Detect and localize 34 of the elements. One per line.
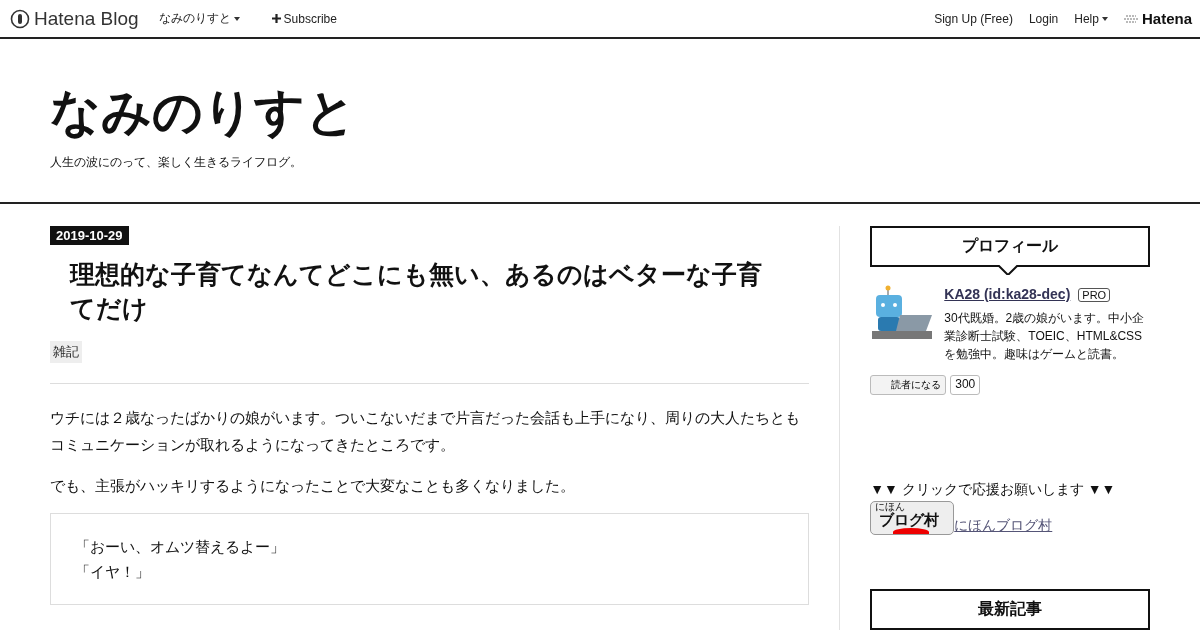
caret-icon [1101,16,1108,21]
quote-line: 「イヤ！」 [75,562,151,582]
profile-bio: 30代既婚。2歳の娘がいます。中小企業診断士試験、TOEIC、HTML&CSSを勉強中。趣味はゲームと読書。 [944,310,1146,363]
heading-text: プロフィール [962,237,1059,254]
hatena-logo[interactable]: Hatena [1123,10,1192,27]
logo-text: Hatena [1141,10,1192,27]
blog-village-link[interactable]: にほんブログ村 [954,517,1053,535]
paragraph: でも、主張がハッキリするようになったことで大変なことも多くなりました。 [50,476,576,496]
blog-village-banner[interactable]: にほん ブログ村 [870,501,955,535]
paragraph: ウチには２歳なったばかりの娘がいます。ついこないだまで片言だった会話も上手になり、周りの大人たちともコミュニケーションが取れるようになってきたところです。 [50,408,801,455]
plus-icon [271,14,281,23]
post-title[interactable]: 理想的な子育てなんてどこにも無い、あるのはベターな子育てだけ [70,257,780,325]
blog-tagline: 人生の波にのって、楽しく生きるライフログ。 [50,153,303,171]
profile-name-link[interactable]: KA28 (id:ka28-dec) [944,286,1071,302]
caret-icon [233,16,240,21]
help-link[interactable]: Help [1074,11,1108,26]
pro-badge: PRO [1078,288,1111,302]
banner-small-text: にほん [875,502,906,512]
nav-link[interactable]: Login [1028,11,1059,26]
blog-menu-link[interactable]: なみのりすと [158,10,240,27]
nav-link[interactable]: Sign Up (Free) [934,11,1013,26]
banner-text: ブログ村 [878,512,940,528]
follow-button[interactable]: 読者になる [870,375,947,395]
follower-count: 300 [950,375,981,395]
blog-title[interactable]: なみのりすと [50,70,1150,146]
support-text: ▼▼ クリックで応援お願いします ▼▼ [870,481,1117,499]
quote-line: 「おーい、オムツ替えるよー」 [75,537,286,557]
hatena-blog-logo[interactable]: Hatena Blog [10,7,139,30]
post-date[interactable]: 2019-10-29 [50,226,129,245]
subscribe-link[interactable]: Subscribe [271,11,337,26]
heading-text: 最新記事 [978,600,1043,617]
sun-icon [893,528,930,534]
category-tag[interactable]: 雑記 [50,341,82,363]
logo-text: Hatena Blog [34,7,139,30]
